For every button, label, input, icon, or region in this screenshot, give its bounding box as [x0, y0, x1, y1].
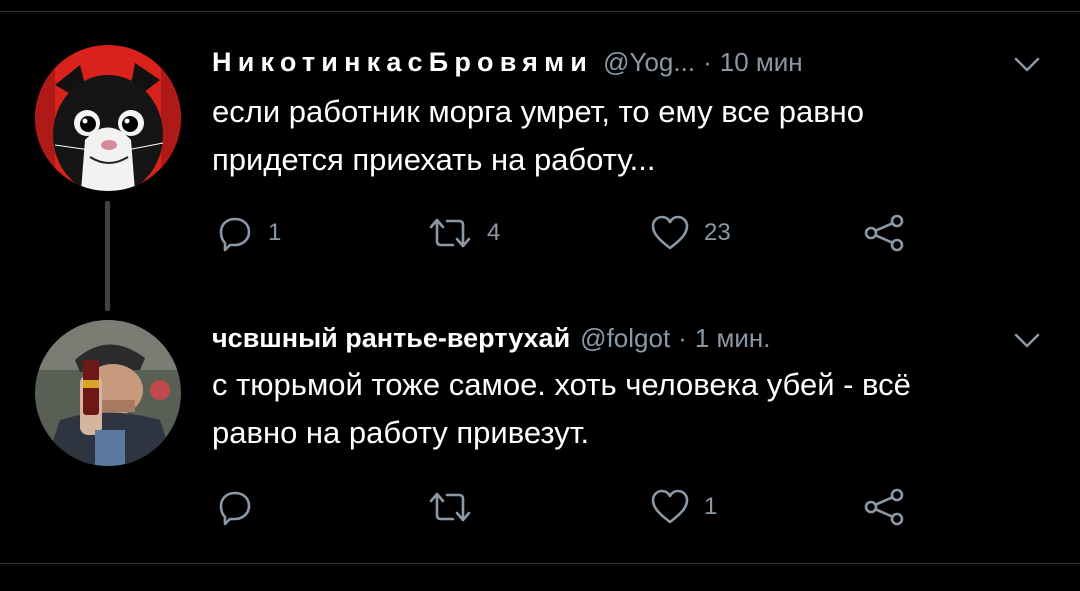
bottom-divider [0, 563, 1080, 564]
like-button[interactable]: 1 [650, 483, 717, 531]
retweet-button[interactable] [427, 483, 487, 531]
retweet-icon [429, 492, 471, 522]
action-bar: 1 [212, 483, 932, 531]
chevron-down-icon[interactable] [1010, 328, 1044, 352]
tweet-text: с тюрьмой тоже самое. хоть человека убей… [212, 367, 911, 450]
like-count: 1 [704, 493, 718, 520]
share-button[interactable] [862, 483, 906, 531]
tweet-2[interactable]: чсвшный рантье-вертухай @folgot · 1 мин.… [0, 0, 1080, 563]
timestamp[interactable]: 1 мин. [695, 323, 771, 354]
reply-button[interactable] [216, 483, 268, 531]
avatar-man[interactable] [35, 320, 181, 466]
reply-icon [219, 491, 251, 526]
avatar-man-image [35, 320, 181, 466]
tweet-header: чсвшный рантье-вертухай @folgot · 1 мин. [212, 318, 771, 358]
like-icon [651, 489, 689, 524]
display-name[interactable]: чсвшный рантье-вертухай [212, 323, 570, 354]
separator: · [678, 322, 687, 353]
share-icon [864, 488, 904, 526]
handle[interactable]: @folgot [580, 323, 670, 354]
